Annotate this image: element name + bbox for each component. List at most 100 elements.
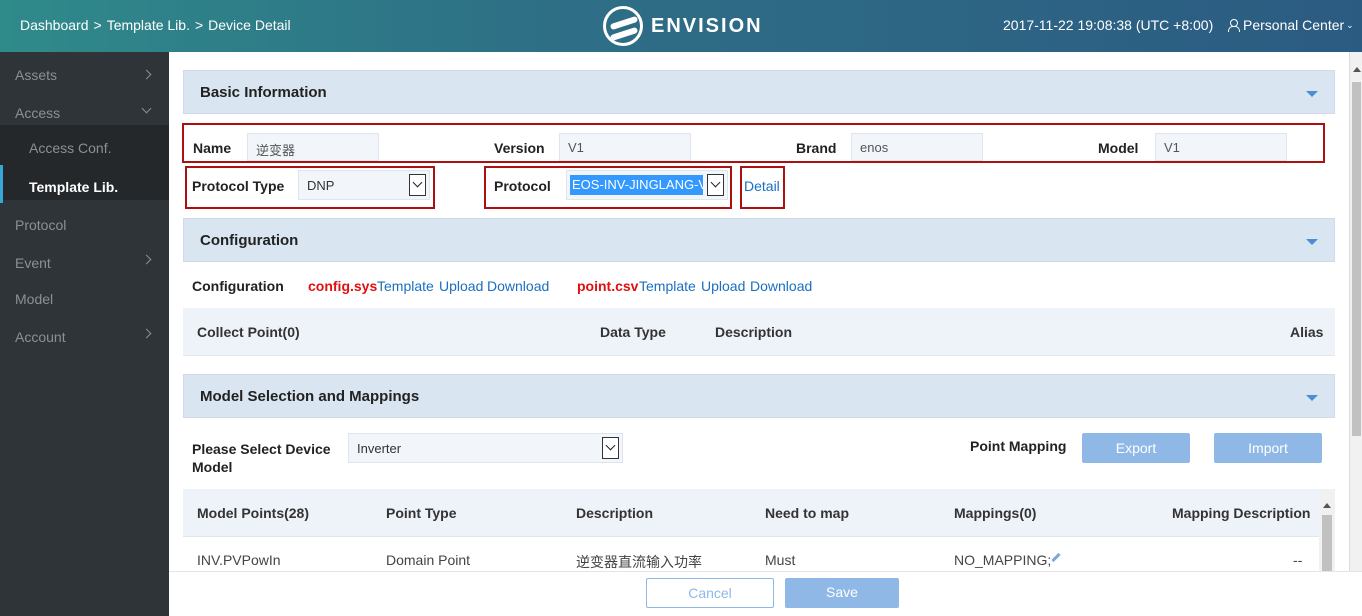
basic-info-header[interactable]: Basic Information [183,70,1335,114]
protocol-select[interactable]: EOS-INV-JINGLANG-V [566,170,728,200]
protocol-type-label: Protocol Type [192,178,285,194]
config-sys-file: config.sys [308,278,378,294]
section-title: Configuration [200,232,299,249]
scrollbar-thumb[interactable] [1352,82,1361,436]
main-content: Basic Information Name 逆变器 Version V1 Br… [169,52,1349,571]
caret-down-icon[interactable] [1306,91,1318,97]
datetime-display: 2017-11-22 19:08:38 (UTC +8:00) [1003,17,1214,33]
cell-mapping-description: -- [1293,552,1303,568]
detail-link[interactable]: Detail [744,178,780,194]
sidebar-item-account[interactable]: Account [15,329,66,345]
column-header: Mapping Description [1172,505,1311,521]
column-header: Description [576,505,654,521]
collect-point-table-header: Collect Point(0) Data Type Description A… [183,308,1335,356]
cell-point: INV.PVPowIn [197,552,281,568]
config-upload-link[interactable]: Upload [439,278,483,294]
sidebar-item-event[interactable]: Event [15,255,51,271]
chevron-down-icon [141,103,152,114]
chevron-down-icon[interactable] [602,437,619,459]
breadcrumb-dashboard[interactable]: Dashboard [20,17,89,33]
device-model-select[interactable]: Inverter [348,433,623,463]
user-icon [1227,19,1240,32]
sidebar-item-access-conf[interactable]: Access Conf. [29,140,111,156]
breadcrumb-separator: > [93,17,102,33]
cell-mapping: NO_MAPPING; [954,552,1052,568]
sidebar-item-assets[interactable]: Assets [15,67,57,83]
name-field[interactable]: 逆变器 [247,133,379,161]
config-template-link[interactable]: Template [377,278,434,294]
config-download-link[interactable]: Download [487,278,549,294]
brand-field[interactable]: enos [851,133,983,161]
cell-description: 逆变器直流输入功率 [576,554,702,570]
model-selection-header[interactable]: Model Selection and Mappings [183,374,1335,418]
breadcrumb-template-lib[interactable]: Template Lib. [107,17,190,33]
cell-point-type: Domain Point [386,552,471,568]
column-header: Collect Point(0) [197,324,300,340]
chevron-down-icon[interactable] [409,174,426,196]
column-header: Model Points(28) [197,505,310,521]
sidebar-item-protocol[interactable]: Protocol [15,217,66,233]
column-header: Alias [1290,324,1324,340]
caret-down-icon[interactable] [1306,395,1318,401]
point-template-link[interactable]: Template [639,278,696,294]
export-button[interactable]: Export [1082,433,1190,463]
brand-label: Brand [796,140,837,156]
table-scrollbar[interactable] [1319,489,1335,571]
point-upload-link[interactable]: Upload [701,278,745,294]
sidebar-item-access[interactable]: Access [15,105,60,121]
scrollbar-thumb[interactable] [1322,515,1332,571]
chevron-down-icon[interactable] [707,174,724,196]
protocol-type-value: DNP [307,178,335,193]
personal-center-label: Personal Center [1243,17,1345,33]
model-points-table-header: Model Points(28) Point Type Description … [183,489,1319,537]
breadcrumb-separator: > [194,17,204,33]
brand-logo: ENVISION [603,4,763,48]
version-field[interactable]: V1 [559,133,691,161]
cell-need-to-map: Must [765,552,796,568]
column-header: Point Type [386,505,457,521]
top-bar: Dashboard > Template Lib. > Device Detail EN… [0,0,1362,52]
model-label: Model [1098,140,1139,156]
point-mapping-label: Point Mapping [970,438,1067,454]
chevron-right-icon [141,254,152,265]
scroll-up-icon[interactable] [1323,503,1331,508]
cancel-button[interactable]: Cancel [646,578,774,608]
device-model-value: Inverter [357,441,402,456]
configuration-label: Configuration [192,278,284,294]
caret-down-icon[interactable] [1306,239,1318,245]
column-header: Data Type [600,324,666,340]
table-row[interactable]: INV.PVPowIn Domain Point 逆变器直流输入功率 Must … [183,538,1319,571]
protocol-value: EOS-INV-JINGLANG-V [570,175,703,195]
edit-pencil-icon[interactable] [1051,552,1061,563]
sidebar-item-template-lib[interactable]: Template Lib. [29,179,118,195]
scroll-up-icon[interactable] [1353,67,1361,72]
personal-center-menu[interactable]: Personal Center ⌄ [1227,17,1354,33]
chevron-down-icon: ⌄ [1346,19,1354,30]
point-csv-file: point.csv [577,278,639,294]
sidebar: Assets Access Access Conf. Template Lib.… [0,52,169,616]
chevron-right-icon [141,328,152,339]
sidebar-item-model[interactable]: Model [15,291,53,307]
version-label: Version [494,140,545,156]
breadcrumb: Dashboard > Template Lib. > Device Detail [20,17,291,33]
device-model-label: Please Select Device Model [192,441,331,475]
column-header: Mappings(0) [954,505,1037,521]
protocol-type-select[interactable]: DNP [298,170,430,200]
section-title: Model Selection and Mappings [200,388,420,405]
active-indicator [0,165,3,203]
point-download-link[interactable]: Download [750,278,812,294]
column-header: Need to map [765,505,850,521]
breadcrumb-device-detail: Device Detail [208,17,291,33]
brand-name: ENVISION [651,14,763,37]
envision-logo-icon [603,6,643,46]
protocol-label: Protocol [494,178,551,194]
action-footer: Cancel Save [169,571,1362,616]
model-field[interactable]: V1 [1155,133,1287,161]
configuration-header[interactable]: Configuration [183,218,1335,262]
page-scrollbar[interactable] [1349,52,1362,571]
import-button[interactable]: Import [1214,433,1322,463]
section-title: Basic Information [200,84,327,101]
save-button[interactable]: Save [785,578,899,608]
column-header: Description [715,324,793,340]
access-submenu: Access Conf. Template Lib. [0,125,169,203]
